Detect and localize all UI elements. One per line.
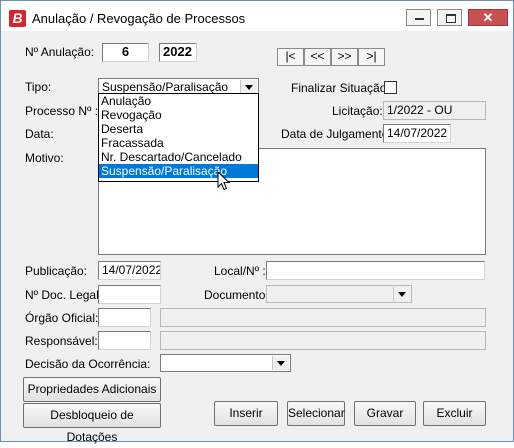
tipo-option-revogacao[interactable]: Revogação bbox=[99, 108, 258, 122]
publicacao-field[interactable]: 14/07/2022 bbox=[98, 261, 161, 280]
julgamento-label: Data de Julgamento: bbox=[281, 127, 392, 141]
chevron-down-icon[interactable] bbox=[272, 356, 289, 370]
anulacao-ano-field[interactable]: 2022 bbox=[159, 43, 197, 62]
mouse-pointer-icon bbox=[217, 171, 231, 191]
finalizar-label: Finalizar Situação: bbox=[291, 81, 390, 95]
selecionar-button[interactable]: Selecionar bbox=[287, 401, 345, 426]
app-logo-icon: B bbox=[9, 10, 26, 27]
tipo-option-deserta[interactable]: Deserta bbox=[99, 122, 258, 136]
licitacao-field: 1/2022 - OU bbox=[383, 101, 486, 120]
responsavel-label: Responsável: bbox=[25, 334, 98, 348]
next-record-button[interactable]: >> bbox=[331, 48, 358, 66]
maximize-icon bbox=[446, 14, 456, 23]
responsavel-code-field[interactable] bbox=[98, 331, 151, 350]
responsavel-name-field bbox=[160, 331, 486, 350]
doc-legal-field[interactable] bbox=[98, 285, 161, 304]
decisao-select[interactable] bbox=[160, 354, 291, 372]
orgao-code-field[interactable] bbox=[98, 308, 151, 327]
finalizar-checkbox[interactable] bbox=[384, 81, 397, 94]
documento-label: Documento: bbox=[204, 288, 269, 302]
orgao-name-field bbox=[160, 308, 486, 327]
gravar-button[interactable]: Gravar bbox=[354, 401, 416, 426]
tipo-option-fracassada[interactable]: Fracassada bbox=[99, 136, 258, 150]
motivo-label: Motivo: bbox=[25, 151, 64, 165]
tipo-option-anulacao[interactable]: Anulação bbox=[99, 94, 258, 108]
close-icon: ✕ bbox=[482, 10, 494, 25]
minimize-button[interactable] bbox=[406, 9, 431, 26]
local-field[interactable] bbox=[266, 261, 485, 280]
window-title: Anulação / Revogação de Processos bbox=[32, 11, 246, 26]
tipo-option-descartado[interactable]: Nr. Descartado/Cancelado bbox=[99, 150, 258, 164]
propriedades-adicionais-button[interactable]: Propriedades Adicionais bbox=[23, 377, 161, 402]
inserir-button[interactable]: Inserir bbox=[214, 401, 278, 426]
first-record-button[interactable]: |< bbox=[277, 48, 304, 66]
excluir-button[interactable]: Excluir bbox=[423, 401, 486, 426]
last-record-button[interactable]: >| bbox=[358, 48, 385, 66]
processo-label: Processo Nº : bbox=[25, 104, 99, 118]
tipo-label: Tipo: bbox=[25, 80, 52, 94]
doc-legal-label: Nº Doc. Legal: bbox=[25, 288, 103, 302]
window: B Anulação / Revogação de Processos ✕ Nº… bbox=[0, 0, 514, 444]
julgamento-field[interactable]: 14/07/2022 bbox=[383, 124, 451, 143]
close-button[interactable]: ✕ bbox=[468, 9, 508, 26]
documento-select[interactable] bbox=[266, 285, 412, 303]
tipo-option-suspensao[interactable]: Suspensão/Paralisação bbox=[99, 164, 258, 178]
chevron-down-icon[interactable] bbox=[240, 80, 257, 93]
publicacao-label: Publicação: bbox=[25, 264, 88, 278]
anulacao-label: Nº Anulação: bbox=[25, 45, 95, 59]
desbloqueio-dotacoes-button[interactable]: Desbloqueio de Dotações bbox=[23, 403, 161, 444]
minimize-icon bbox=[415, 18, 424, 20]
local-label: Local/Nº : bbox=[214, 264, 266, 278]
data-label: Data: bbox=[25, 127, 54, 141]
tipo-dropdown-list[interactable]: Anulação Revogação Deserta Fracassada Nr… bbox=[98, 93, 259, 182]
anulacao-numero-field[interactable]: 6 bbox=[102, 43, 149, 62]
chevron-down-icon[interactable] bbox=[393, 287, 410, 301]
title-bar: B Anulação / Revogação de Processos ✕ bbox=[1, 1, 513, 31]
maximize-button[interactable] bbox=[437, 9, 462, 26]
orgao-label: Órgão Oficial: bbox=[25, 311, 99, 325]
licitacao-label: Licitação: bbox=[332, 104, 383, 118]
tipo-value: Suspensão/Paralisação bbox=[102, 80, 229, 94]
decisao-label: Decisão da Ocorrência: bbox=[25, 357, 151, 371]
previous-record-button[interactable]: << bbox=[304, 48, 331, 66]
